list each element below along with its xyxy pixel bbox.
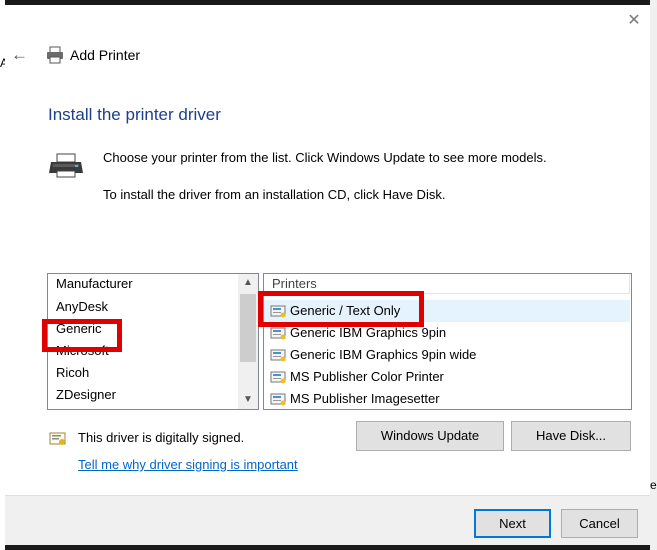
dialog-footer <box>5 495 650 545</box>
background-window-right <box>650 0 657 550</box>
printer-item[interactable]: Generic IBM Graphics 9pin wide <box>264 344 630 366</box>
highlight-generic-box <box>42 319 122 352</box>
windows-update-button[interactable]: Windows Update <box>356 421 504 451</box>
add-printer-dialog: ✕ ← Add Printer Install the printer driv… <box>5 5 650 545</box>
manufacturer-scrollbar[interactable]: ▲ ▼ <box>238 274 258 409</box>
header-separator <box>629 274 630 294</box>
printer-item-label: MS Publisher Imagesetter <box>290 391 440 406</box>
printer-item-label: Generic IBM Graphics 9pin <box>290 325 447 340</box>
printer-item[interactable]: MS Publisher Imagesetter <box>264 388 630 409</box>
back-arrow-icon[interactable]: ← <box>11 45 31 65</box>
driver-signed-status: This driver is digitally signed. <box>78 430 245 445</box>
printers-header-label: Printers <box>272 276 317 291</box>
list-item[interactable]: ZDesigner <box>48 384 236 406</box>
printer-driver-icon <box>270 349 286 362</box>
list-item[interactable]: Ricoh <box>48 362 236 384</box>
scroll-up-icon[interactable]: ▲ <box>238 274 258 292</box>
next-button[interactable]: Next <box>474 509 551 538</box>
window-title: Add Printer <box>70 47 141 63</box>
printer-driver-icon <box>270 371 286 384</box>
printer-driver-icon <box>270 393 286 406</box>
have-disk-button[interactable]: Have Disk... <box>511 421 631 451</box>
close-icon[interactable]: ✕ <box>624 11 644 31</box>
printer-driver-icon <box>270 327 286 340</box>
certificate-icon <box>49 432 66 445</box>
intro-line-1: Choose your printer from the list. Click… <box>103 150 547 165</box>
intro-line-2: To install the driver from an installati… <box>103 187 446 202</box>
scroll-down-icon[interactable]: ▼ <box>238 391 258 409</box>
printer-item-label: MS Publisher Color Printer <box>290 369 444 384</box>
background-clip-text-right: e <box>650 478 657 492</box>
driver-signing-link[interactable]: Tell me why driver signing is important <box>78 457 298 472</box>
page-title: Install the printer driver <box>48 105 221 124</box>
highlight-text-only-box <box>258 291 424 327</box>
printer-item-label: Generic IBM Graphics 9pin wide <box>290 347 477 362</box>
scrollbar-thumb[interactable] <box>240 294 256 362</box>
printer-large-icon <box>49 153 83 178</box>
manufacturer-column-header[interactable]: Manufacturer <box>48 274 236 294</box>
printer-icon <box>47 46 63 64</box>
list-item[interactable]: AnyDesk <box>48 296 236 318</box>
printer-item[interactable]: MS Publisher Color Printer <box>264 366 630 388</box>
cancel-button[interactable]: Cancel <box>561 509 638 538</box>
